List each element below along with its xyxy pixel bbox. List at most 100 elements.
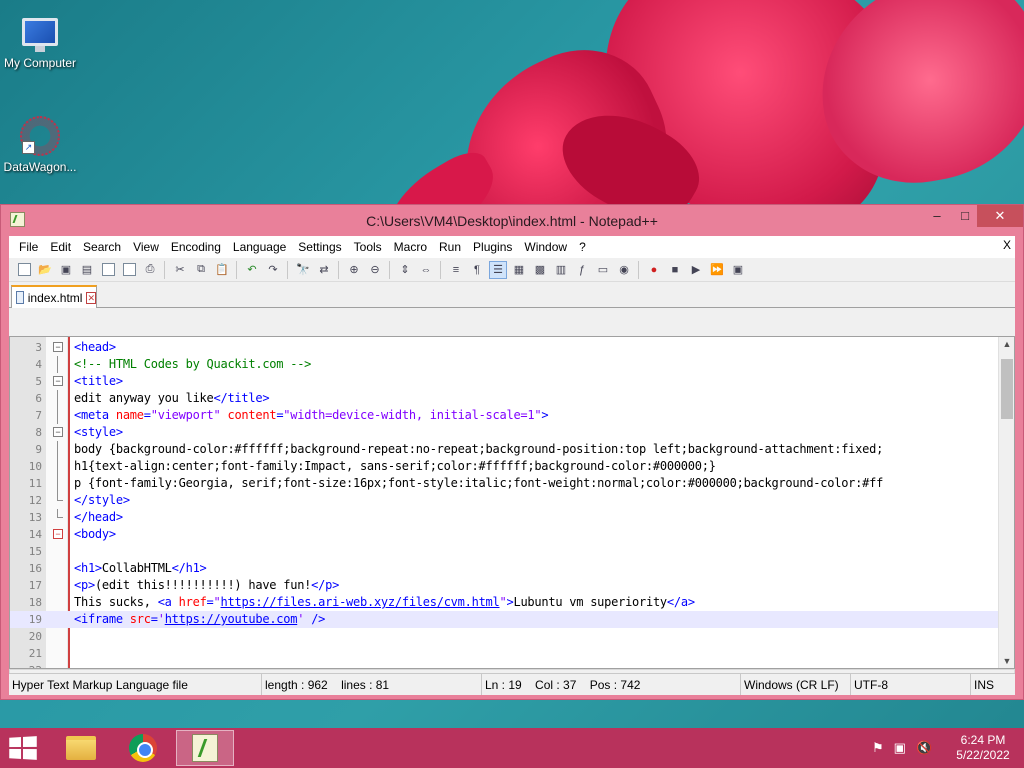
menu-macro[interactable]: Macro: [388, 236, 433, 258]
function-list-icon[interactable]: ƒ: [573, 261, 591, 279]
vertical-scrollbar[interactable]: ▲ ▼: [998, 337, 1014, 668]
code-line[interactable]: 14 − <body>: [10, 526, 1000, 543]
code-line[interactable]: 15: [10, 543, 1000, 560]
taskbar-file-explorer[interactable]: [52, 730, 110, 766]
menu-settings[interactable]: Settings: [292, 236, 347, 258]
replace-icon[interactable]: ⇄: [315, 261, 333, 279]
code-line[interactable]: 5 − <title>: [10, 373, 1000, 390]
menu-edit[interactable]: Edit: [44, 236, 77, 258]
code-editor[interactable]: 3 − <head> 4 <!-- HTML Codes by Quackit.com …: [9, 336, 1015, 669]
save-macro-icon[interactable]: ▣: [729, 261, 747, 279]
menu-help[interactable]: ?: [573, 236, 592, 258]
code-line[interactable]: 21: [10, 645, 1000, 662]
zoom-out-icon[interactable]: ⊖: [366, 261, 384, 279]
start-button[interactable]: [9, 736, 37, 760]
menu-language[interactable]: Language: [227, 236, 292, 258]
code-line[interactable]: 10 h1{text-align:center;font-family:Impac…: [10, 458, 1000, 475]
save-all-icon[interactable]: ▤: [78, 261, 96, 279]
menu-plugins[interactable]: Plugins: [467, 236, 518, 258]
volume-muted-icon[interactable]: 🔇: [916, 740, 932, 756]
menu-window[interactable]: Window: [518, 236, 573, 258]
code-line[interactable]: 12 </style>: [10, 492, 1000, 509]
redo-icon[interactable]: ↷: [264, 261, 282, 279]
fold-toggle-icon[interactable]: −: [53, 376, 63, 386]
code-line[interactable]: 7 <meta name="viewport" content="width=de…: [10, 407, 1000, 424]
sync-horizontal-icon[interactable]: ⇔: [417, 261, 435, 279]
code-text: <head>: [74, 340, 116, 354]
taskbar-chrome[interactable]: [114, 730, 172, 766]
menu-run[interactable]: Run: [433, 236, 467, 258]
taskbar-notepadpp[interactable]: [176, 730, 234, 766]
code-line[interactable]: 22: [10, 662, 1000, 668]
minimize-button[interactable]: –: [923, 205, 951, 227]
close-all-icon[interactable]: [120, 261, 138, 279]
record-macro-icon[interactable]: ●: [645, 261, 663, 279]
fold-toggle-icon[interactable]: −: [53, 342, 63, 352]
word-wrap-icon[interactable]: ≡: [447, 261, 465, 279]
scroll-down-icon[interactable]: ▼: [1001, 656, 1013, 666]
desktop-icon-datawagon[interactable]: ↗ DataWagon...: [0, 114, 80, 174]
code-line[interactable]: 17 <p>(edit this!!!!!!!!!!) have fun!</p>: [10, 577, 1000, 594]
paste-icon[interactable]: 📋: [213, 261, 231, 279]
code-line[interactable]: 11 p {font-family:Georgia, serif;font-siz…: [10, 475, 1000, 492]
new-file-icon[interactable]: [15, 261, 33, 279]
menu-search[interactable]: Search: [77, 236, 127, 258]
document-list-icon[interactable]: ▥: [552, 261, 570, 279]
play-macro-icon[interactable]: ▶: [687, 261, 705, 279]
tab-index-html[interactable]: index.html ✕: [11, 285, 97, 308]
status-ln: Ln : 19: [485, 678, 522, 692]
stop-macro-icon[interactable]: ■: [666, 261, 684, 279]
html-file-icon: [16, 291, 24, 304]
menu-tools[interactable]: Tools: [348, 236, 388, 258]
code-text: <style>: [74, 425, 123, 439]
status-insert-mode[interactable]: INS: [971, 674, 1015, 695]
status-encoding[interactable]: UTF-8: [851, 674, 971, 695]
title-bar[interactable]: C:\Users\VM4\Desktop\index.html - Notepa…: [1, 205, 1023, 236]
vertical-scroll-thumb[interactable]: [1001, 359, 1013, 419]
code-line[interactable]: 8 − <style>: [10, 424, 1000, 441]
print-icon[interactable]: ⎙: [141, 261, 159, 279]
code-line[interactable]: 4 <!-- HTML Codes by Quackit.com -->: [10, 356, 1000, 373]
udl-icon[interactable]: ▦: [510, 261, 528, 279]
code-line[interactable]: 6 edit anyway you like</title>: [10, 390, 1000, 407]
code-line[interactable]: 18 This sucks, <a href="https://files.ari…: [10, 594, 1000, 611]
status-eol[interactable]: Windows (CR LF): [741, 674, 851, 695]
code-line[interactable]: 3 − <head>: [10, 339, 1000, 356]
folder-workspace-icon[interactable]: ▭: [594, 261, 612, 279]
document-map-icon[interactable]: ▩: [531, 261, 549, 279]
save-icon[interactable]: ▣: [57, 261, 75, 279]
code-line[interactable]: 20: [10, 628, 1000, 645]
line-number: 13: [28, 511, 42, 524]
close-document-button[interactable]: X: [1003, 238, 1011, 252]
open-file-icon[interactable]: 📂: [36, 261, 54, 279]
scroll-up-icon[interactable]: ▲: [1001, 339, 1013, 349]
code-line[interactable]: 13 </head>: [10, 509, 1000, 526]
menu-file[interactable]: File: [13, 236, 44, 258]
indent-guide-icon[interactable]: ☰: [489, 260, 507, 279]
taskbar-clock[interactable]: 6:24 PM 5/22/2022: [948, 733, 1018, 763]
monitoring-icon[interactable]: ◉: [615, 261, 633, 279]
menu-encoding[interactable]: Encoding: [165, 236, 227, 258]
tab-close-icon[interactable]: ✕: [86, 291, 96, 304]
close-file-icon[interactable]: [99, 261, 117, 279]
undo-icon[interactable]: ↶: [243, 261, 261, 279]
code-line[interactable]: 19 <iframe src='https://youtube.com' />: [10, 611, 1000, 628]
desktop-icon-my-computer[interactable]: My Computer: [0, 10, 80, 70]
cut-icon[interactable]: ✂: [171, 261, 189, 279]
code-line[interactable]: 16 <h1>CollabHTML</h1>: [10, 560, 1000, 577]
sync-vertical-icon[interactable]: ⇕: [396, 261, 414, 279]
action-center-flag-icon[interactable]: ⚑: [872, 740, 884, 756]
show-all-chars-icon[interactable]: ¶: [468, 261, 486, 279]
close-button[interactable]: ✕: [977, 205, 1023, 227]
network-icon[interactable]: ▣: [894, 740, 906, 756]
copy-icon[interactable]: ⧉: [192, 261, 210, 279]
maximize-button[interactable]: □: [951, 205, 979, 227]
status-col: Col : 37: [535, 678, 577, 692]
fold-toggle-icon[interactable]: −: [53, 427, 63, 437]
find-icon[interactable]: 🔭: [294, 261, 312, 279]
code-line[interactable]: 9 body {background-color:#ffffff;backgrou…: [10, 441, 1000, 458]
menu-view[interactable]: View: [127, 236, 165, 258]
fold-toggle-icon[interactable]: −: [53, 529, 63, 539]
run-macro-multiple-icon[interactable]: ⏩: [708, 261, 726, 279]
zoom-in-icon[interactable]: ⊕: [345, 261, 363, 279]
